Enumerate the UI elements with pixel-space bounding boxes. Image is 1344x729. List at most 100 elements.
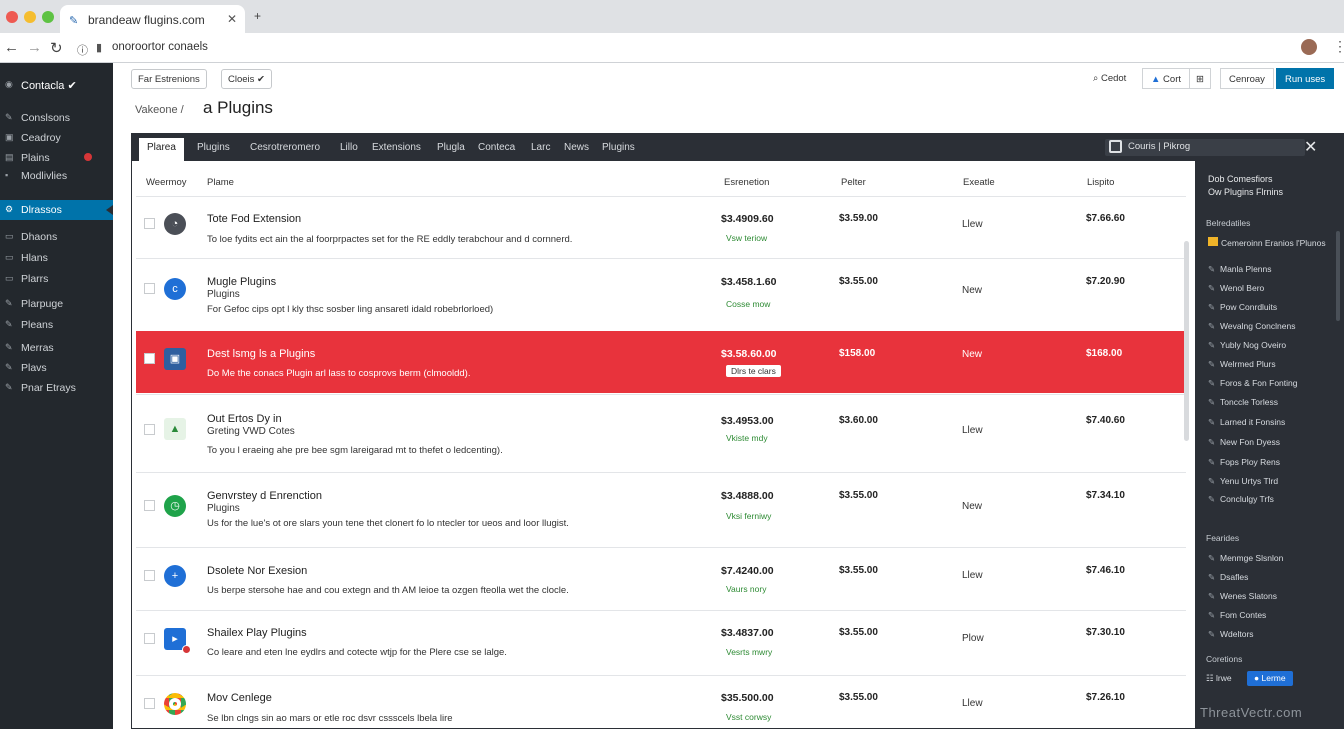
view-link[interactable]: Vsw teriow xyxy=(726,233,767,243)
sidebar-item-7[interactable]: ▭ Hlans xyxy=(0,248,113,268)
column-header[interactable]: Lispito xyxy=(1087,177,1114,188)
panel-list-item[interactable]: ✎ Foros & Fon Fonting xyxy=(1208,378,1297,389)
sidebar-item-6[interactable]: ▭ Dhaons xyxy=(0,227,113,247)
tab-larc[interactable]: Larc xyxy=(531,142,550,153)
sort-button[interactable]: ▲ Cort xyxy=(1142,68,1190,89)
plugin-name[interactable]: Genvrstey d Enrenction xyxy=(207,490,322,502)
row-checkbox[interactable] xyxy=(144,353,155,364)
panel-list-item[interactable]: ✎ Tonccle Torless xyxy=(1208,397,1278,408)
table-row[interactable]: ◷ Genvrstey d Enrenction Plugins Us for … xyxy=(136,472,1186,547)
sidebar-item-9[interactable]: ✎ Plarpuge xyxy=(0,294,113,314)
plugin-name[interactable]: Shailex Play Plugins xyxy=(207,627,307,639)
view-link[interactable]: Dlrs te clars xyxy=(726,365,781,377)
plugin-name[interactable]: Dsolete Nor Exesion xyxy=(207,565,307,577)
avatar[interactable] xyxy=(1301,39,1317,55)
panel-list-item[interactable]: ✎ Conclulgy Trfs xyxy=(1208,494,1274,505)
tab-news[interactable]: News xyxy=(564,142,589,153)
sidebar-item-4[interactable]: ▪ Modlivlies xyxy=(0,166,113,186)
maximize-window-button[interactable] xyxy=(42,11,54,23)
reload-icon[interactable]: ↻ xyxy=(50,39,63,57)
panel-list-item[interactable]: ✎ Fom Contes xyxy=(1208,610,1266,621)
minimize-window-button[interactable] xyxy=(24,11,36,23)
panel-list-item[interactable]: ✎ Wdeltors xyxy=(1208,629,1254,640)
breadcrumb[interactable]: Vakeone / xyxy=(135,104,184,116)
row-checkbox[interactable] xyxy=(144,633,155,644)
sidebar-item-8[interactable]: ▭ Plarrs xyxy=(0,269,113,289)
panel-list-item[interactable]: ✎ Fops Ploy Rens xyxy=(1208,457,1280,468)
view-link[interactable]: Vesrts mwry xyxy=(726,647,772,657)
panel-list-item[interactable]: ✎ New Fon Dyess xyxy=(1208,437,1280,448)
plugin-name[interactable]: Out Ertos Dy in xyxy=(207,413,282,425)
table-row[interactable]: c Mugle Plugins Plugins For Gefoc cips o… xyxy=(136,258,1186,330)
sidebar-item-11[interactable]: ✎ Merras xyxy=(0,338,113,358)
close-icon[interactable]: ✕ xyxy=(1304,137,1317,157)
view-link[interactable]: Cosse mow xyxy=(726,299,770,309)
sidebar-item-13[interactable]: ✎ Pnar Etrays xyxy=(0,378,113,398)
tab-plugins[interactable]: Plugins xyxy=(197,142,230,153)
panel-list-item[interactable]: ✎ Pow Conrdluits xyxy=(1208,302,1277,313)
closed-filter-button[interactable]: Cloeis ✔ xyxy=(221,69,272,89)
company-button[interactable]: Cenroay xyxy=(1220,68,1274,89)
view-link[interactable]: Vsst corwsy xyxy=(726,712,771,722)
sidebar-item-dashboard[interactable]: ◉ Contacla ✔ xyxy=(0,75,113,95)
plugin-name[interactable]: Mugle Plugins xyxy=(207,276,276,288)
table-row[interactable]: ▲ Out Ertos Dy in Greting VWD Cotes To y… xyxy=(136,394,1186,471)
row-checkbox[interactable] xyxy=(144,218,155,229)
column-header[interactable]: Pelter xyxy=(841,177,866,188)
rwe-button[interactable]: ☷ lrwe xyxy=(1206,673,1232,684)
panel-list-item[interactable]: ✎ Wevalng Conclnens xyxy=(1208,321,1295,332)
panel-list-item[interactable]: ✎ Yubly Nog Oveiro xyxy=(1208,340,1286,351)
plugin-name[interactable]: Mov Cenlege xyxy=(207,692,272,704)
tab-extensions[interactable]: Extensions xyxy=(372,142,421,153)
tab-lillo[interactable]: Lillo xyxy=(340,142,358,153)
close-icon[interactable]: ✕ xyxy=(227,12,237,26)
panel-list-item[interactable]: ✎ Larned it Fonsins xyxy=(1208,417,1285,428)
close-window-button[interactable] xyxy=(6,11,18,23)
grid-view-button[interactable]: ⊞ xyxy=(1189,68,1211,89)
table-row[interactable]: + Dsolete Nor Exesion Us berpe stersohe … xyxy=(136,547,1186,610)
sidebar-item-2[interactable]: ▣ Ceadroy xyxy=(0,128,113,148)
plugin-name[interactable]: Tote Fod Extension xyxy=(207,213,301,225)
panel-list-item[interactable]: ✎ Welrmed Plurs xyxy=(1208,359,1276,370)
view-link[interactable]: Vaurs nory xyxy=(726,584,766,594)
url-input[interactable]: onoroortor conaels xyxy=(112,41,208,53)
filter-field[interactable]: Couris | Pikrog xyxy=(1105,139,1305,156)
learn-button[interactable]: ● Lerme xyxy=(1247,671,1293,686)
edit-button[interactable]: ⌕ Cedot xyxy=(1085,68,1135,89)
menu-icon[interactable]: ⋮ xyxy=(1333,38,1344,55)
view-link[interactable]: Vkiste mdy xyxy=(726,433,768,443)
column-header[interactable]: Plame xyxy=(207,177,234,188)
table-row[interactable]: Mov Cenlege Se lbn clngs sin ao mars or … xyxy=(136,675,1186,728)
column-header[interactable]: Esrenetion xyxy=(724,177,769,188)
table-row[interactable]: ▸ Shailex Play Plugins Co leare and eten… xyxy=(136,610,1186,675)
column-header[interactable]: Exeatle xyxy=(963,177,995,188)
row-checkbox[interactable] xyxy=(144,283,155,294)
sidebar-item-10[interactable]: ✎ Pleans xyxy=(0,315,113,335)
table-row[interactable]: ◔ Tote Fod Extension To loe fydits ect a… xyxy=(136,196,1186,258)
row-checkbox[interactable] xyxy=(144,698,155,709)
right-panel-scrollbar[interactable] xyxy=(1336,231,1340,321)
tab-conteca[interactable]: Conteca xyxy=(478,142,515,153)
row-checkbox[interactable] xyxy=(144,500,155,511)
info-icon[interactable]: ⓘ xyxy=(77,42,88,58)
run-button[interactable]: Run uses xyxy=(1276,68,1335,89)
browser-tab[interactable]: ✎ brandeaw flugins.com ✕ xyxy=(60,5,245,33)
row-checkbox[interactable] xyxy=(144,424,155,435)
row-checkbox[interactable] xyxy=(144,570,155,581)
panel-list-item[interactable]: ✎ Yenu Urtys Tlrd xyxy=(1208,476,1278,487)
back-icon[interactable]: ← xyxy=(4,39,19,56)
plugin-name[interactable]: Dest lsmg ls a Plugins xyxy=(207,348,315,360)
sidebar-item-plugins[interactable]: ⚙ Dlrassos xyxy=(0,200,113,220)
forward-icon[interactable]: → xyxy=(27,39,42,56)
sidebar-item-3[interactable]: ▤ Plains xyxy=(0,148,113,168)
new-tab-button[interactable]: + xyxy=(254,9,261,23)
column-header[interactable]: Weermoy xyxy=(146,177,186,188)
panel-list-item[interactable]: ✎ Dsafles xyxy=(1208,572,1248,583)
sidebar-item-1[interactable]: ✎ Conslsons xyxy=(0,108,113,128)
view-link[interactable]: Vksi ferniwy xyxy=(726,511,771,521)
panel-list-item[interactable]: ✎ Manla Plenns xyxy=(1208,264,1272,275)
tab-plugins-2[interactable]: Plugins xyxy=(602,142,635,153)
tab-plugla[interactable]: Plugla xyxy=(437,142,465,153)
scrollbar[interactable] xyxy=(1184,241,1189,441)
table-row-selected[interactable]: ▣ Dest lsmg ls a Plugins Do Me the conac… xyxy=(136,331,1186,393)
